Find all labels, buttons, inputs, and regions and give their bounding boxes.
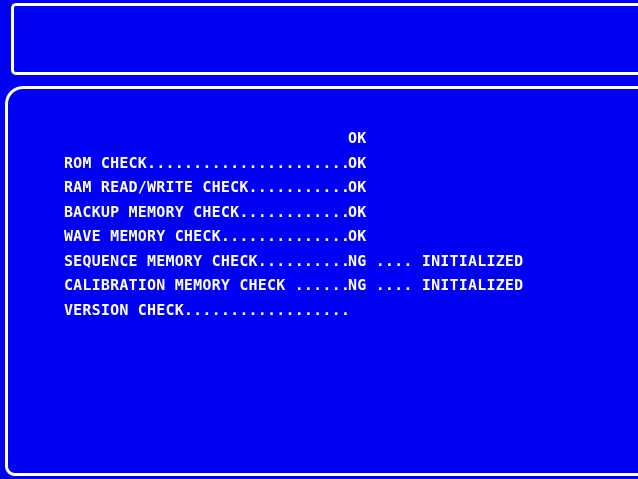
check-row-calibration-memory: CALIBRATION MEMORY CHECK ...... NG .... … — [27, 249, 523, 295]
check-row-version: VERSION CHECK.................. NG .... … — [27, 273, 523, 319]
check-result: OK — [348, 129, 367, 147]
check-result: OK — [348, 227, 367, 245]
check-row-sequence-memory: SEQUENCE MEMORY CHECK.......... OK — [27, 224, 366, 270]
check-result: NG .... INITIALIZED — [348, 251, 524, 270]
check-row-wave-memory: WAVE MEMORY CHECK.............. OK — [27, 200, 366, 246]
check-result: OK — [348, 178, 367, 196]
check-list: ROM CHECK...................... OK RAM R… — [27, 126, 523, 319]
header-panel — [11, 3, 638, 75]
check-row-backup-memory: BACKUP MEMORY CHECK............ OK — [27, 175, 366, 221]
check-result: NG .... INITIALIZED — [348, 276, 524, 294]
check-row-rom: ROM CHECK...................... OK — [27, 126, 366, 172]
check-row-ram: RAM READ/WRITE CHECK........... OK — [27, 151, 366, 197]
check-result: OK — [348, 202, 367, 221]
check-result: OK — [348, 153, 367, 172]
check-label: VERSION CHECK.................. — [63, 300, 351, 319]
